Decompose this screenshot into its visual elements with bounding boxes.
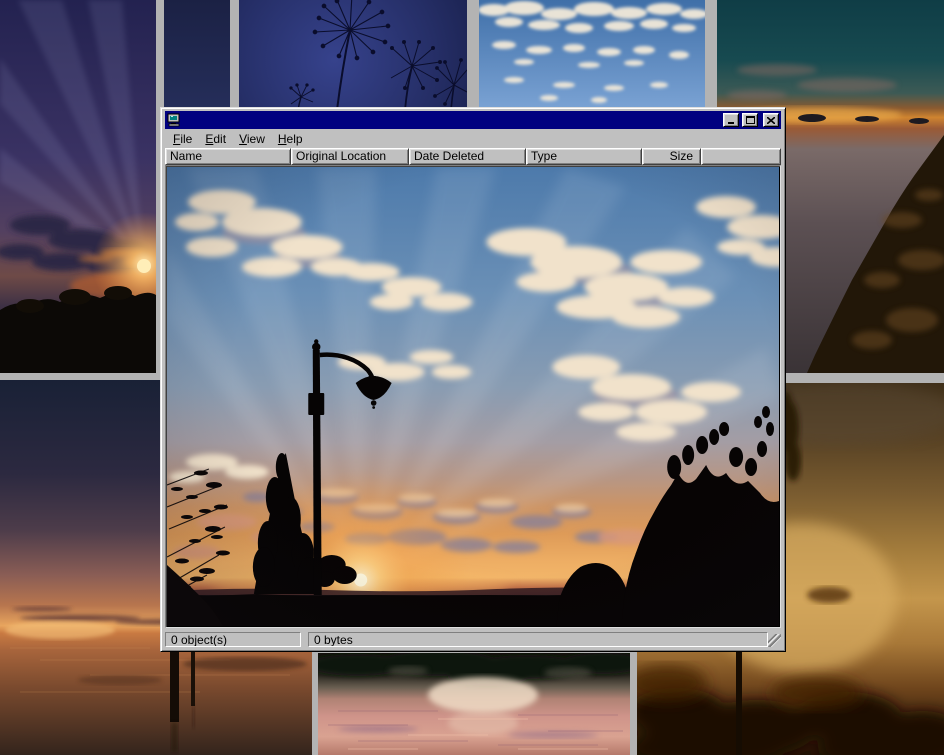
street-lamp-sunset-photo (167, 167, 779, 626)
recycle-bin-window: File Edit View Help Name Original Locati… (160, 107, 786, 652)
background-photo-water-reflection (318, 653, 630, 755)
desktop: File Edit View Help Name Original Locati… (0, 0, 944, 755)
column-header-original-location[interactable]: Original Location (291, 148, 409, 165)
column-header-size[interactable]: Size (642, 148, 701, 165)
file-list-area[interactable] (165, 165, 781, 628)
title-bar[interactable] (165, 111, 781, 129)
menu-edit[interactable]: Edit (199, 131, 233, 148)
column-headers: Name Original Location Date Deleted Type… (165, 148, 781, 165)
background-photo-dark-sky (164, 0, 230, 110)
column-header-name[interactable]: Name (165, 148, 291, 165)
menu-file[interactable]: File (167, 131, 199, 148)
maximize-button[interactable] (742, 113, 758, 127)
menu-help[interactable]: Help (272, 131, 310, 148)
background-photo-cloud-field (479, 0, 705, 110)
minimize-icon (728, 122, 734, 124)
column-header-date-deleted[interactable]: Date Deleted (409, 148, 526, 165)
menu-view[interactable]: View (233, 131, 272, 148)
status-bytes: 0 bytes (308, 632, 768, 647)
close-button[interactable] (763, 113, 779, 127)
close-icon (767, 117, 775, 124)
background-photo-sunset-rays (0, 0, 156, 373)
status-objects: 0 object(s) (165, 632, 301, 647)
status-bar: 0 object(s) 0 bytes (165, 628, 781, 647)
column-header-type[interactable]: Type (526, 148, 642, 165)
column-header-blank[interactable] (701, 148, 781, 165)
background-photo-seed-heads (239, 0, 467, 110)
resize-grip-icon[interactable] (768, 634, 781, 647)
menu-bar: File Edit View Help (165, 129, 781, 148)
minimize-button[interactable] (723, 113, 739, 127)
maximize-icon (746, 116, 755, 124)
computer-icon[interactable] (167, 113, 181, 127)
